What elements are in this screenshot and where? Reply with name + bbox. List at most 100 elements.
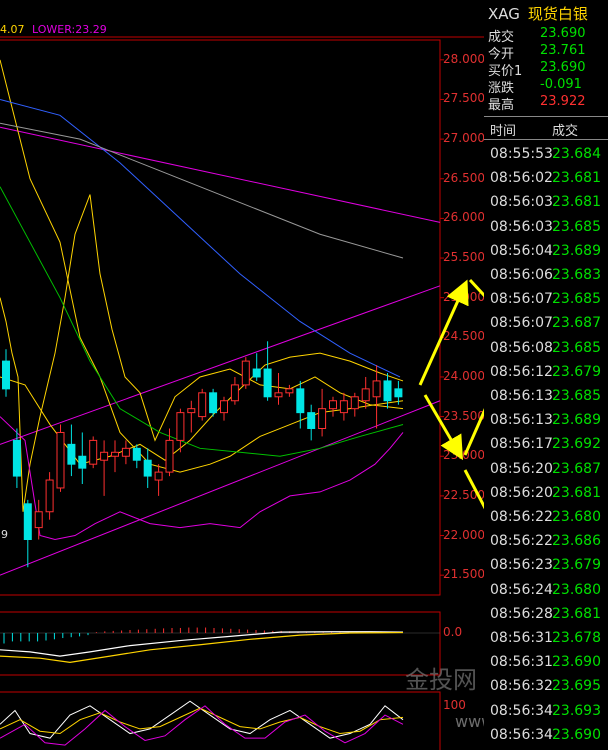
- candle-body: [78, 455, 87, 469]
- candle-body: [307, 412, 316, 429]
- tick-time: 08:56:23: [490, 557, 553, 574]
- tick-price: 23.681: [552, 605, 601, 622]
- macd-y-tick-label: 0.0: [443, 625, 463, 639]
- tick-price: 23.690: [552, 726, 601, 743]
- candle-body: [34, 511, 43, 529]
- tick-price: 23.685: [552, 291, 601, 308]
- tick-time: 08:56:13: [490, 412, 553, 429]
- candle-body: [230, 384, 239, 402]
- y-tick-label: 28.000: [443, 51, 485, 66]
- tick-table-header: 时间 成交: [484, 116, 608, 140]
- tick-time: 08:56:20: [490, 484, 553, 501]
- header-price: 成交: [552, 124, 579, 139]
- tick-price: 23.681: [552, 484, 601, 501]
- y-tick-label: 27.500: [443, 91, 485, 106]
- macd-plot-frame: [0, 611, 441, 676]
- candle-body: [241, 360, 250, 386]
- tick-row[interactable]: 08:56:34 23.693: [490, 703, 608, 725]
- tick-row[interactable]: 08:56:31 23.678: [490, 630, 608, 652]
- tick-time: 08:56:34: [490, 702, 553, 719]
- low-price-label: 9: [1, 528, 8, 541]
- y-tick-label: 22.500: [443, 487, 485, 502]
- tick-row[interactable]: 08:56:13 23.685: [490, 388, 608, 410]
- tick-price: 23.687: [552, 460, 601, 477]
- tick-price: 23.678: [552, 630, 601, 646]
- tick-row[interactable]: 08:56:22 23.680: [490, 509, 608, 531]
- y-tick-label: 23.000: [443, 448, 485, 463]
- tick-row[interactable]: 08:56:20 23.687: [490, 461, 608, 483]
- tick-row[interactable]: 08:56:34 23.690: [490, 727, 608, 749]
- tick-time: 08:56:31: [490, 630, 553, 646]
- quote-row: 今开 23.761: [488, 43, 608, 62]
- candle-body: [121, 447, 130, 457]
- tick-row[interactable]: 08:56:07 23.687: [490, 315, 608, 337]
- tick-row[interactable]: 08:56:08 23.685: [490, 340, 608, 362]
- tick-row[interactable]: 08:56:20 23.681: [490, 485, 608, 507]
- tick-row[interactable]: 08:56:03 23.681: [490, 194, 608, 216]
- indicator-legend: 4.07 LOWER:23.29: [0, 23, 107, 36]
- header-time: 时间: [490, 124, 517, 139]
- tick-row[interactable]: 08:56:28 23.681: [490, 606, 608, 628]
- quote-row: 成交 23.690: [488, 26, 608, 45]
- candle-body: [111, 451, 119, 457]
- quote-value: 23.690: [540, 26, 586, 41]
- kdj-line: [0, 700, 404, 739]
- tick-time: 08:56:17: [490, 436, 553, 453]
- tick-row[interactable]: 08:56:02 23.681: [490, 170, 608, 192]
- tick-price: 23.683: [552, 267, 601, 283]
- candle-body: [187, 408, 196, 414]
- tick-price: 23.690: [552, 654, 601, 671]
- tick-row[interactable]: 08:56:04 23.689: [490, 243, 608, 265]
- tick-row[interactable]: 08:56:17 23.692: [490, 436, 608, 458]
- tick-time: 08:56:24: [490, 581, 553, 598]
- quote-row: 涨跌 -0.091: [488, 77, 608, 96]
- tick-row[interactable]: 08:56:03 23.685: [490, 219, 608, 241]
- y-tick-label: 21.500: [443, 567, 485, 582]
- tick-time: 08:56:28: [490, 605, 553, 622]
- tick-time: 08:56:22: [490, 533, 553, 550]
- tick-row[interactable]: 08:56:22 23.686: [490, 533, 608, 555]
- candle-body: [100, 451, 109, 461]
- candle-body: [383, 380, 392, 402]
- tick-time: 08:56:06: [490, 267, 553, 283]
- y-tick-label: 25.000: [443, 289, 485, 304]
- tick-row[interactable]: 08:56:23 23.679: [490, 557, 608, 579]
- y-tick-label: 25.500: [443, 250, 485, 265]
- trendline: [0, 126, 441, 223]
- quote-row: 最高 23.922: [488, 94, 608, 113]
- tick-time: 08:56:04: [490, 242, 553, 259]
- tick-price: 23.692: [552, 436, 601, 453]
- candle-body: [209, 392, 218, 414]
- tick-row[interactable]: 08:56:12 23.679: [490, 364, 608, 386]
- candle-body: [89, 439, 98, 465]
- tick-row[interactable]: 08:56:06 23.683: [490, 267, 608, 289]
- watermark-logo: 金投网: [405, 666, 477, 694]
- tick-row[interactable]: 08:56:13 23.689: [490, 412, 608, 434]
- y-tick-label: 22.000: [443, 527, 485, 542]
- tick-row[interactable]: 08:56:24 23.680: [490, 582, 608, 604]
- quote-value: 23.761: [540, 43, 586, 58]
- tick-price: 23.679: [552, 557, 601, 574]
- tick-row[interactable]: 08:56:32 23.695: [490, 678, 608, 700]
- y-tick-label: 24.000: [443, 368, 485, 383]
- tick-price: 23.684: [552, 146, 601, 162]
- tick-time: 08:56:08: [490, 339, 553, 356]
- tick-row[interactable]: 08:55:53 23.684: [490, 146, 608, 168]
- trendline: [0, 400, 441, 576]
- tick-row[interactable]: 08:56:07 23.685: [490, 291, 608, 313]
- candle-body: [2, 360, 10, 390]
- tick-row[interactable]: 08:56:31 23.690: [490, 654, 608, 676]
- y-tick-label: 26.000: [443, 210, 485, 225]
- tick-time: 08:56:02: [490, 170, 553, 187]
- candle-body: [67, 443, 76, 465]
- macd-line: [0, 631, 404, 664]
- tick-price: 23.685: [552, 388, 601, 404]
- tick-price: 23.681: [552, 170, 601, 187]
- tick-time: 08:56:31: [490, 654, 553, 671]
- tick-time: 08:56:22: [490, 509, 553, 525]
- tick-time: 08:56:13: [490, 388, 553, 404]
- tick-price: 23.681: [552, 194, 601, 211]
- quote-panel: XAG 现货白银 成交 23.690 今开 23.761 买价1 23.690 涨跌 -0.09…: [484, 0, 608, 750]
- quote-value: 23.690: [540, 60, 586, 75]
- candle-body: [154, 471, 163, 481]
